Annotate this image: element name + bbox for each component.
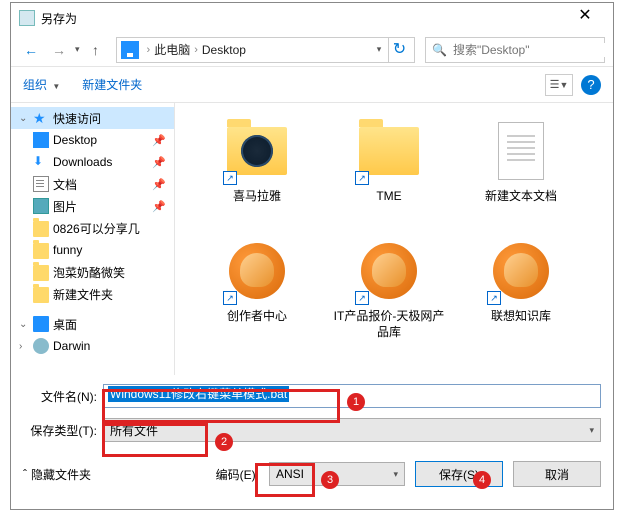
sidebar-item-user[interactable]: ›Darwin xyxy=(11,335,174,357)
pin-icon: 📌 xyxy=(152,134,166,147)
forward-icon[interactable]: → xyxy=(47,38,71,62)
hide-folders-toggle[interactable]: ˆ隐藏文件夹 xyxy=(23,466,91,483)
help-icon[interactable]: ? xyxy=(581,75,601,95)
sidebar-item-folder[interactable]: 新建文件夹 xyxy=(11,283,174,305)
titlebar: 另存为 ✕ xyxy=(11,3,613,33)
save-as-dialog: 另存为 ✕ ← → ▾ ↑ › 此电脑 › Desktop ▾ ↻ 🔍 组织 ▼… xyxy=(10,2,614,510)
breadcrumb-pc[interactable]: 此电脑 xyxy=(154,41,190,58)
sidebar-item-folder[interactable]: funny xyxy=(11,239,174,261)
filetype-select[interactable]: 所有文件▾ xyxy=(103,418,601,442)
cancel-button[interactable]: 取消 xyxy=(513,461,601,487)
address-dropdown-icon[interactable]: ▾ xyxy=(370,44,388,55)
history-dropdown-icon[interactable]: ▾ xyxy=(75,44,80,55)
file-item[interactable]: ↗ IT产品报价-天极网产品库 xyxy=(323,231,455,351)
drive-icon xyxy=(121,41,139,59)
annotation-badge-3: 3 xyxy=(321,471,339,489)
sidebar-item-desktop[interactable]: Desktop📌 xyxy=(11,129,174,151)
filename-label: 文件名(N): xyxy=(23,388,103,405)
refresh-icon[interactable]: ↻ xyxy=(388,38,410,62)
view-mode-button[interactable]: ☰ ▼ xyxy=(545,74,573,96)
file-item[interactable]: ↗ 联想知识库 xyxy=(455,231,587,351)
search-box[interactable]: 🔍 xyxy=(425,37,605,63)
sidebar-item-pictures[interactable]: 图片📌 xyxy=(11,195,174,217)
browser-icon xyxy=(361,243,417,299)
file-item[interactable]: ↗ 创作者中心 xyxy=(191,231,323,351)
shortcut-icon: ↗ xyxy=(487,291,501,305)
window-title: 另存为 xyxy=(41,10,565,27)
organize-button[interactable]: 组织 ▼ xyxy=(23,76,60,93)
breadcrumb-desktop[interactable]: Desktop xyxy=(202,43,246,57)
shortcut-icon: ↗ xyxy=(223,291,237,305)
shortcut-icon: ↗ xyxy=(355,291,369,305)
folder-icon xyxy=(227,127,287,175)
chevron-down-icon: ▾ xyxy=(393,469,398,480)
toolbar: 组织 ▼ 新建文件夹 ☰ ▼ ? xyxy=(11,67,613,103)
filetype-label: 保存类型(T): xyxy=(23,422,103,439)
chevron-down-icon: ▾ xyxy=(589,425,594,436)
search-input[interactable] xyxy=(453,43,608,57)
annotation-badge-2: 2 xyxy=(215,433,233,451)
sidebar-item-downloads[interactable]: ⬇Downloads📌 xyxy=(11,151,174,173)
pin-icon: 📌 xyxy=(152,200,166,213)
close-icon[interactable]: ✕ xyxy=(565,4,605,32)
document-icon xyxy=(498,122,544,180)
encoding-label: 编码(E): xyxy=(216,466,259,483)
notepad-icon xyxy=(19,10,35,26)
pin-icon: 📌 xyxy=(152,178,166,191)
file-grid: ↗ 喜马拉雅 ↗ TME 新建文本文档 ↗ 创作者中心 ↗ IT产品报价-天极网… xyxy=(175,103,613,375)
folder-icon xyxy=(359,127,419,175)
chevron-right-icon[interactable]: › xyxy=(147,44,151,56)
browser-icon xyxy=(229,243,285,299)
file-item[interactable]: ↗ 喜马拉雅 xyxy=(191,111,323,231)
chevron-right-icon[interactable]: › xyxy=(194,44,198,56)
shortcut-icon: ↗ xyxy=(223,171,237,185)
sidebar-item-folder[interactable]: 泡菜奶酪微笑 xyxy=(11,261,174,283)
chevron-down-icon: ▼ xyxy=(52,82,60,91)
browser-icon xyxy=(493,243,549,299)
address-bar[interactable]: › 此电脑 › Desktop ▾ ↻ xyxy=(116,37,415,63)
nav-bar: ← → ▾ ↑ › 此电脑 › Desktop ▾ ↻ 🔍 xyxy=(11,33,613,67)
annotation-badge-4: 4 xyxy=(473,471,491,489)
pin-icon: 📌 xyxy=(152,156,166,169)
annotation-badge-1: 1 xyxy=(347,393,365,411)
up-icon[interactable]: ↑ xyxy=(84,38,108,62)
sidebar: ⌄★快速访问 Desktop📌 ⬇Downloads📌 文档📌 图片📌 0826… xyxy=(11,103,175,375)
sidebar-item-desktop2[interactable]: ⌄桌面 xyxy=(11,313,174,335)
file-item[interactable]: ↗ TME xyxy=(323,111,455,231)
sidebar-item-documents[interactable]: 文档📌 xyxy=(11,173,174,195)
file-item[interactable]: 新建文本文档 xyxy=(455,111,587,231)
sidebar-item-quick-access[interactable]: ⌄★快速访问 xyxy=(11,107,174,129)
new-folder-button[interactable]: 新建文件夹 xyxy=(82,76,142,93)
chevron-up-icon: ˆ xyxy=(23,467,27,481)
shortcut-icon: ↗ xyxy=(355,171,369,185)
search-icon: 🔍 xyxy=(432,43,447,57)
back-icon[interactable]: ← xyxy=(19,38,43,62)
sidebar-item-folder[interactable]: 0826可以分享几 xyxy=(11,217,174,239)
